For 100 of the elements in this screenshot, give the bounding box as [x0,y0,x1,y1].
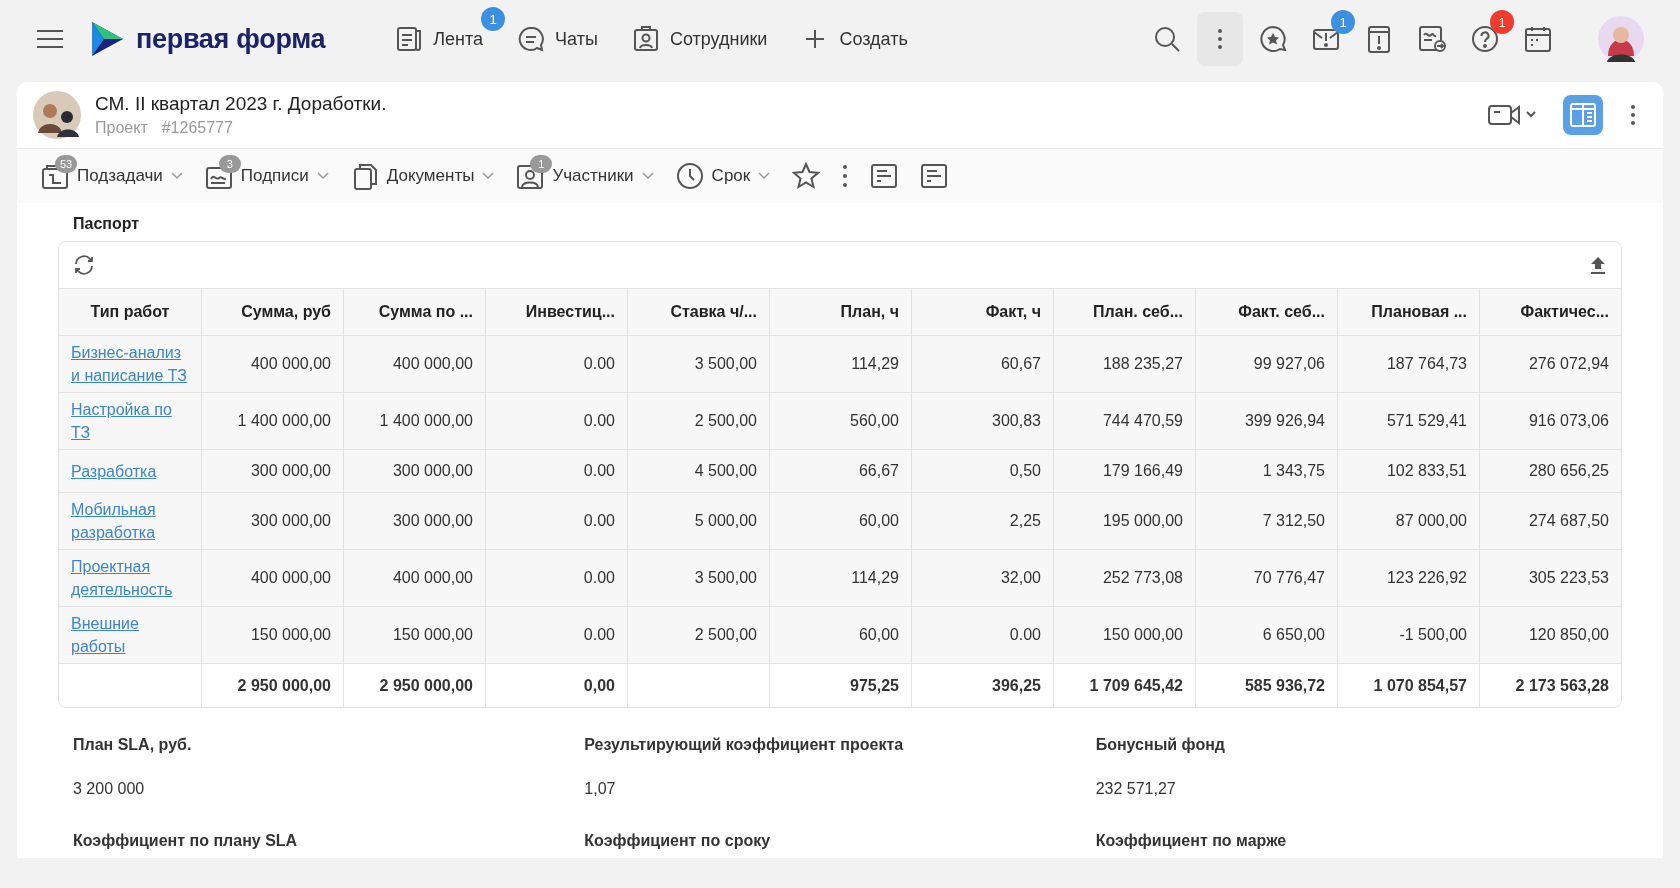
work-type-link[interactable]: Проектная деятельность [71,555,189,601]
more-icon[interactable] [1629,103,1637,127]
table-cell: 305 223,53 [1479,549,1621,606]
column-header[interactable]: Сумма по ... [343,288,485,335]
nav-link[interactable]: Сотрудники [631,25,768,53]
count-badge: 1 [530,155,553,173]
total-cell: 2 950 000,00 [201,663,343,707]
column-header[interactable]: Тип работ [59,288,201,335]
notification-badge: 1 [1490,10,1514,34]
list-icon [920,162,949,190]
notification-badge: 1 [481,7,506,31]
column-header[interactable]: Фактичес... [1479,288,1621,335]
table-cell: 5 000,00 [627,492,769,549]
work-type-link[interactable]: Разработка [71,459,157,483]
table-cell: 2 500,00 [627,392,769,449]
work-type-link[interactable]: Настройка по ТЗ [71,398,189,444]
total-cell: 975,25 [769,663,911,707]
table-cell: 300 000,00 [343,449,485,492]
table-cell: 1 343,75 [1195,449,1337,492]
table-cell: 0.00 [485,449,627,492]
table-cell: 744 470,59 [1053,392,1195,449]
table-cell: 187 764,73 [1337,335,1479,392]
table-cell: 0,50 [911,449,1053,492]
work-type-link[interactable]: Внешние работы [71,612,189,658]
table-cell: 1 400 000,00 [201,392,343,449]
table-cell: 400 000,00 [201,549,343,606]
refresh-icon[interactable] [73,254,95,276]
field-value: 232 571,27 [1095,780,1177,798]
section-title: Паспорт [72,214,141,234]
caret-icon [641,172,654,180]
caret-icon [170,172,183,180]
nav-link[interactable]: Создать [801,25,908,53]
table-cell: 916 073,06 [1479,392,1621,449]
total-cell: 2 173 563,28 [1479,663,1621,707]
field-label: Результирующий коэффициент проекта [584,736,905,754]
upload-icon[interactable] [1589,255,1607,275]
toolbar-tab[interactable]: Документы [344,158,501,194]
toolbar-tab[interactable]: 1 Участники [510,158,660,194]
column-header[interactable]: План. себ... [1053,288,1195,335]
table-cell: 4 500,00 [627,449,769,492]
total-cell: 0,00 [485,663,627,707]
total-cell: 1 070 854,57 [1337,663,1479,707]
field-value: 3 200 000 [73,780,146,798]
toolbar-tab[interactable]: 3 Подписи [198,158,335,194]
more-icon [1217,28,1223,50]
toolbar-tab[interactable]: Срок [669,158,777,194]
logo-icon [90,21,124,57]
star-chat-icon [1258,24,1288,54]
user-avatar[interactable] [1598,16,1644,62]
column-header[interactable]: Плановая ... [1337,288,1479,335]
work-type-link[interactable]: Бизнес-анализ и написание ТЗ [71,341,189,387]
table-cell: 102 833,51 [1337,449,1479,492]
column-header[interactable]: Факт, ч [911,288,1053,335]
video-camera-icon [1487,102,1537,128]
count-badge: 53 [55,155,77,173]
table-cell: 400 000,00 [343,335,485,392]
nav-link[interactable]: Чаты [517,25,598,53]
table-cell: 400 000,00 [343,549,485,606]
work-type-link[interactable]: Мобильная разработка [71,498,189,544]
table-cell: 7 312,50 [1195,492,1337,549]
table-cell: 87 000,00 [1337,492,1479,549]
column-header[interactable]: Сумма, руб [201,288,343,335]
column-header[interactable]: Факт. себ... [1195,288,1337,335]
nav-link[interactable]: Лента [395,25,484,53]
menu-icon[interactable] [36,29,64,49]
table-cell: 114,29 [769,549,911,606]
table-cell: 399 926,94 [1195,392,1337,449]
table-cell: 1 400 000,00 [343,392,485,449]
column-header[interactable]: Инвестиц... [485,288,627,335]
field-label: План SLA, руб. [73,736,193,754]
project-number: #1265777 [161,119,233,137]
table-cell: 560,00 [769,392,911,449]
field-value: 1,07 [584,780,617,798]
document-icon [395,25,424,53]
table-cell: 179 166,49 [1053,449,1195,492]
table-cell: 3 500,00 [627,335,769,392]
logo-text: первая форма [136,23,326,55]
table-cell: 300 000,00 [201,492,343,549]
table-cell: 274 687,50 [1479,492,1621,549]
field-label: Коэффициент по плану SLA [73,832,299,850]
clock-icon [675,162,704,190]
chat-icon [517,25,546,53]
table-cell: 571 529,41 [1337,392,1479,449]
table-cell: 32,00 [911,549,1053,606]
table-cell: 188 235,27 [1053,335,1195,392]
panel-layout-button[interactable] [1563,95,1603,135]
table-cell: 99 927,06 [1195,335,1337,392]
table-cell: 0.00 [485,392,627,449]
video-call-button[interactable] [1487,102,1537,128]
column-header[interactable]: План, ч [769,288,911,335]
count-badge: 3 [218,155,241,173]
column-header[interactable]: Ставка ч/... [627,288,769,335]
caret-icon [316,172,329,180]
calendar-icon [1523,24,1553,54]
contact-card-icon [516,162,545,190]
table-cell: 300 000,00 [201,449,343,492]
toolbar-tab[interactable]: 53 Подзадачи [35,158,189,194]
contact-card-icon [631,25,660,53]
split-panel-icon [1569,101,1597,129]
table-cell: 114,29 [769,335,911,392]
